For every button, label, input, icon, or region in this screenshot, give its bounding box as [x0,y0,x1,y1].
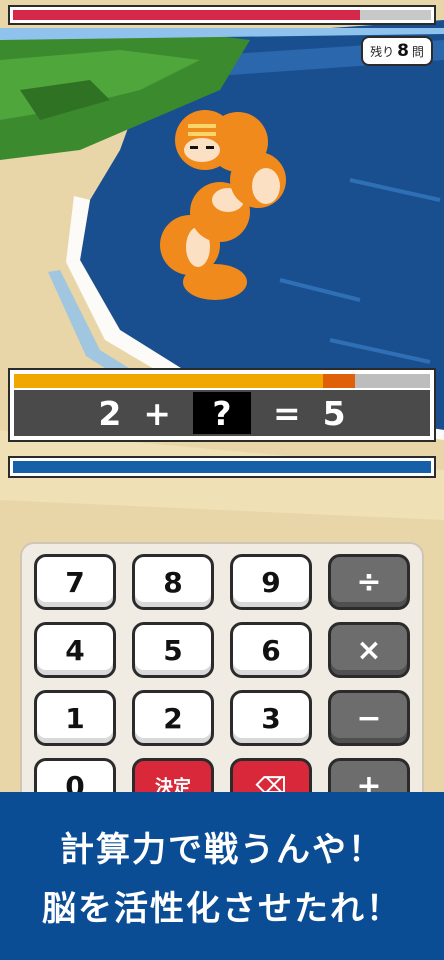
result: 5 [322,393,346,433]
remaining-count: 8 [397,41,409,61]
player-hp-bar [8,456,436,478]
equation: 2 + ? = 5 [14,390,430,436]
key-3[interactable]: 3 [230,690,312,746]
remaining-questions-badge: 残り 8 問 [361,36,433,66]
time-bar-fill [14,374,356,388]
enemy-hp-bar [8,5,436,25]
answer-blank: ? [193,392,251,434]
player-hp-fill [13,461,431,473]
key-subtract[interactable]: − [328,690,410,746]
equation-panel: 2 + ? = 5 [8,368,436,442]
key-divide[interactable]: ÷ [328,554,410,610]
operator: + [143,393,171,433]
key-4[interactable]: 4 [34,622,116,678]
key-9[interactable]: 9 [230,554,312,610]
operand-left: 2 [98,393,122,433]
key-8[interactable]: 8 [132,554,214,610]
remaining-suffix: 問 [411,44,424,59]
promo-banner: 計算力で戦うんや！ 脳を活性化させたれ！ [0,792,444,960]
remaining-prefix: 残り [370,44,395,59]
banner-line-1: 計算力で戦うんや！ [60,830,384,870]
key-6[interactable]: 6 [230,622,312,678]
key-5[interactable]: 5 [132,622,214,678]
key-2[interactable]: 2 [132,690,214,746]
time-bar-edge [323,374,356,388]
enemy-hp-fill [13,10,360,20]
equals-sign: = [273,393,301,433]
banner-line-2: 脳を活性化させたれ！ [42,889,402,929]
key-7[interactable]: 7 [34,554,116,610]
key-1[interactable]: 1 [34,690,116,746]
key-multiply[interactable]: × [328,622,410,678]
time-bar [14,374,430,388]
